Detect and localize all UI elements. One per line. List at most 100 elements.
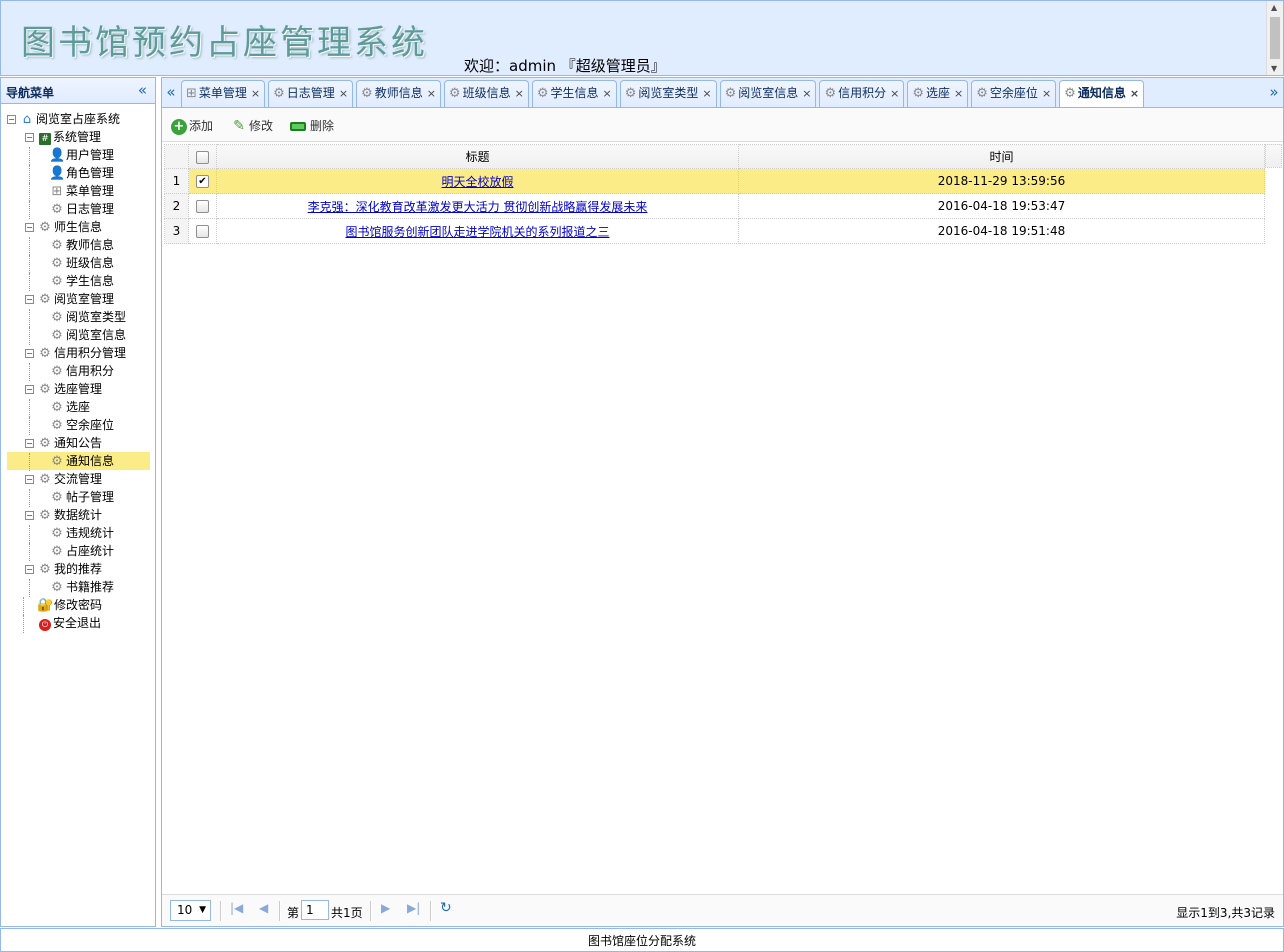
tree-group[interactable]: − ⚙ 阅览室管理 — [7, 290, 155, 308]
tree-item-change-password[interactable]: 🔐修改密码 — [7, 596, 155, 615]
tab-item[interactable]: ⚙ 选座 × — [907, 80, 969, 107]
tab-item[interactable]: ⚙ 班级信息 × — [443, 80, 529, 107]
tree-group[interactable]: − ⚙ 选座管理 — [7, 380, 155, 398]
table-row[interactable]: 2 李克强：深化教育改革激发更大活力 贯彻创新战略赢得发展未来 2016-04-18… — [164, 193, 1265, 219]
page-number-input[interactable]: 1 — [301, 900, 329, 920]
tree-group[interactable]: − ⚙ 我的推荐 — [7, 560, 155, 578]
tab-item[interactable]: ⊞ 菜单管理 × — [181, 80, 266, 107]
tree-group[interactable]: − ⚙ 通知公告 — [7, 434, 155, 452]
tab-item[interactable]: ⚙ 通知信息 × — [1059, 80, 1145, 107]
tree-item[interactable]: ⚙ 通知信息 — [7, 452, 150, 471]
row-checkbox-cell[interactable]: ✔ — [188, 168, 217, 194]
row-checkbox[interactable]: ✔ — [196, 175, 209, 188]
close-icon[interactable]: × — [339, 87, 348, 100]
double-chevron-left-icon[interactable]: « — [138, 81, 147, 99]
tab-label: 班级信息 — [462, 86, 511, 100]
page-size-select[interactable]: 10 ▼ — [170, 900, 211, 921]
tree-item[interactable]: ⊞ 菜单管理 — [7, 182, 155, 201]
tree-item[interactable]: ⚙ 书籍推荐 — [7, 578, 155, 597]
collapse-icon[interactable]: − — [25, 295, 34, 304]
scroll-up-icon[interactable]: ▲ — [1271, 3, 1277, 12]
tabs-scroll-left-icon[interactable]: « — [162, 78, 180, 107]
tree-item[interactable]: ⚙ 教师信息 — [7, 236, 155, 255]
close-icon[interactable]: × — [802, 87, 811, 100]
tree-item[interactable]: ⚙ 帖子管理 — [7, 488, 155, 507]
edit-button[interactable]: ✎ 修改 — [231, 117, 273, 135]
row-checkbox-cell[interactable] — [188, 218, 217, 244]
close-icon[interactable]: × — [1130, 87, 1139, 100]
collapse-icon[interactable]: − — [25, 511, 34, 520]
close-icon[interactable]: × — [602, 87, 611, 100]
collapse-icon[interactable]: − — [25, 133, 34, 142]
row-checkbox[interactable] — [196, 225, 209, 238]
tree-item[interactable]: 👤用户管理 — [7, 146, 155, 165]
tab-item[interactable]: ⚙ 学生信息 × — [531, 80, 617, 107]
tree-root[interactable]: − ⌂ 阅览室占座系统 — [7, 110, 155, 128]
scroll-down-icon[interactable]: ▼ — [1271, 64, 1277, 73]
tree-item[interactable]: ⚙ 占座统计 — [7, 542, 155, 561]
tree-item[interactable]: ⚙ 信用积分 — [7, 362, 155, 381]
tab-item[interactable]: ⚙ 阅览室类型 × — [619, 80, 717, 107]
tree-item[interactable]: 👤角色管理 — [7, 164, 155, 183]
select-all-cell[interactable] — [188, 144, 217, 169]
tree-item[interactable]: ⚙ 选座 — [7, 398, 155, 417]
table-row[interactable]: 3 图书馆服务创新团队走进学院机关的系列报道之三 2016-04-18 19:51:… — [164, 218, 1265, 244]
scroll-thumb[interactable] — [1270, 17, 1280, 59]
tab-item[interactable]: ⚙ 教师信息 × — [356, 80, 441, 107]
header-scrollbar[interactable]: ▲ ▼ — [1266, 1, 1283, 75]
collapse-icon[interactable]: − — [25, 565, 34, 574]
gear-icon: ⚙ — [448, 86, 461, 101]
notice-title-link[interactable]: 李克强：深化教育改革激发更大活力 贯彻创新战略赢得发展未来 — [308, 200, 648, 214]
collapse-icon[interactable]: − — [7, 115, 16, 124]
refresh-icon[interactable]: ↻ — [440, 900, 452, 916]
last-page-icon[interactable]: ▶| — [407, 901, 420, 915]
collapse-icon[interactable]: − — [25, 475, 34, 484]
collapse-icon[interactable]: − — [25, 439, 34, 448]
row-checkbox-cell[interactable] — [188, 193, 217, 219]
tree-item[interactable]: ⚙ 班级信息 — [7, 254, 155, 273]
close-icon[interactable]: × — [702, 87, 711, 100]
tab-item[interactable]: ⚙ 阅览室信息 × — [719, 80, 817, 107]
close-icon[interactable]: × — [515, 87, 524, 100]
close-icon[interactable]: × — [954, 87, 963, 100]
tab-item[interactable]: ⚙ 日志管理 × — [268, 80, 354, 107]
notice-title-link[interactable]: 明天全校放假 — [441, 175, 513, 189]
close-icon[interactable]: × — [251, 87, 260, 100]
close-icon[interactable]: × — [890, 87, 899, 100]
column-header-time[interactable]: 时间 — [738, 144, 1265, 169]
tree-item[interactable]: ⚙ 日志管理 — [7, 200, 155, 219]
table-row[interactable]: 1 ✔ 明天全校放假 2018-11-29 13:59:56 — [164, 168, 1265, 194]
add-button[interactable]: + 添加 — [171, 117, 213, 135]
tabs-scroll-right-icon[interactable]: » — [1265, 78, 1283, 107]
collapse-icon[interactable]: − — [25, 223, 34, 232]
tree-group[interactable]: − # 系统管理 — [7, 128, 155, 146]
first-page-icon[interactable]: |◀ — [230, 901, 243, 915]
close-icon[interactable]: × — [427, 87, 436, 100]
column-header-title[interactable]: 标题 — [216, 144, 739, 169]
tree-item[interactable]: ⚙ 阅览室类型 — [7, 308, 155, 327]
tree-group[interactable]: − ⚙ 数据统计 — [7, 506, 155, 524]
gear-icon: ⚙ — [51, 543, 63, 559]
tree-item[interactable]: ⚙ 空余座位 — [7, 416, 155, 435]
tree-group[interactable]: − ⚙ 交流管理 — [7, 470, 155, 488]
tab-item[interactable]: ⚙ 信用积分 × — [819, 80, 905, 107]
next-page-icon[interactable]: ▶ — [381, 901, 390, 915]
tree-item-logout[interactable]: ⏻ 安全退出 — [7, 614, 155, 633]
row-checkbox[interactable] — [196, 200, 209, 213]
tree-item[interactable]: ⚙ 学生信息 — [7, 272, 155, 291]
tree-item[interactable]: ⚙ 违规统计 — [7, 524, 155, 543]
tree-item-label: 角色管理 — [66, 166, 115, 180]
gear-icon: ⚙ — [39, 507, 51, 523]
tree-item[interactable]: ⚙ 阅览室信息 — [7, 326, 155, 345]
collapse-icon[interactable]: − — [25, 349, 34, 358]
tab-item[interactable]: ⚙ 空余座位 × — [971, 80, 1057, 107]
close-icon[interactable]: × — [1042, 87, 1051, 100]
prev-page-icon[interactable]: ◀ — [259, 901, 268, 915]
welcome-text: 欢迎：admin 『超级管理员』 — [464, 57, 666, 75]
delete-button[interactable]: 删除 — [290, 117, 334, 134]
select-all-checkbox[interactable] — [196, 150, 209, 164]
tree-group[interactable]: − ⚙ 信用积分管理 — [7, 344, 155, 362]
notice-title-link[interactable]: 图书馆服务创新团队走进学院机关的系列报道之三 — [345, 225, 609, 239]
tree-group[interactable]: − ⚙ 师生信息 — [7, 218, 155, 236]
collapse-icon[interactable]: − — [25, 385, 34, 394]
